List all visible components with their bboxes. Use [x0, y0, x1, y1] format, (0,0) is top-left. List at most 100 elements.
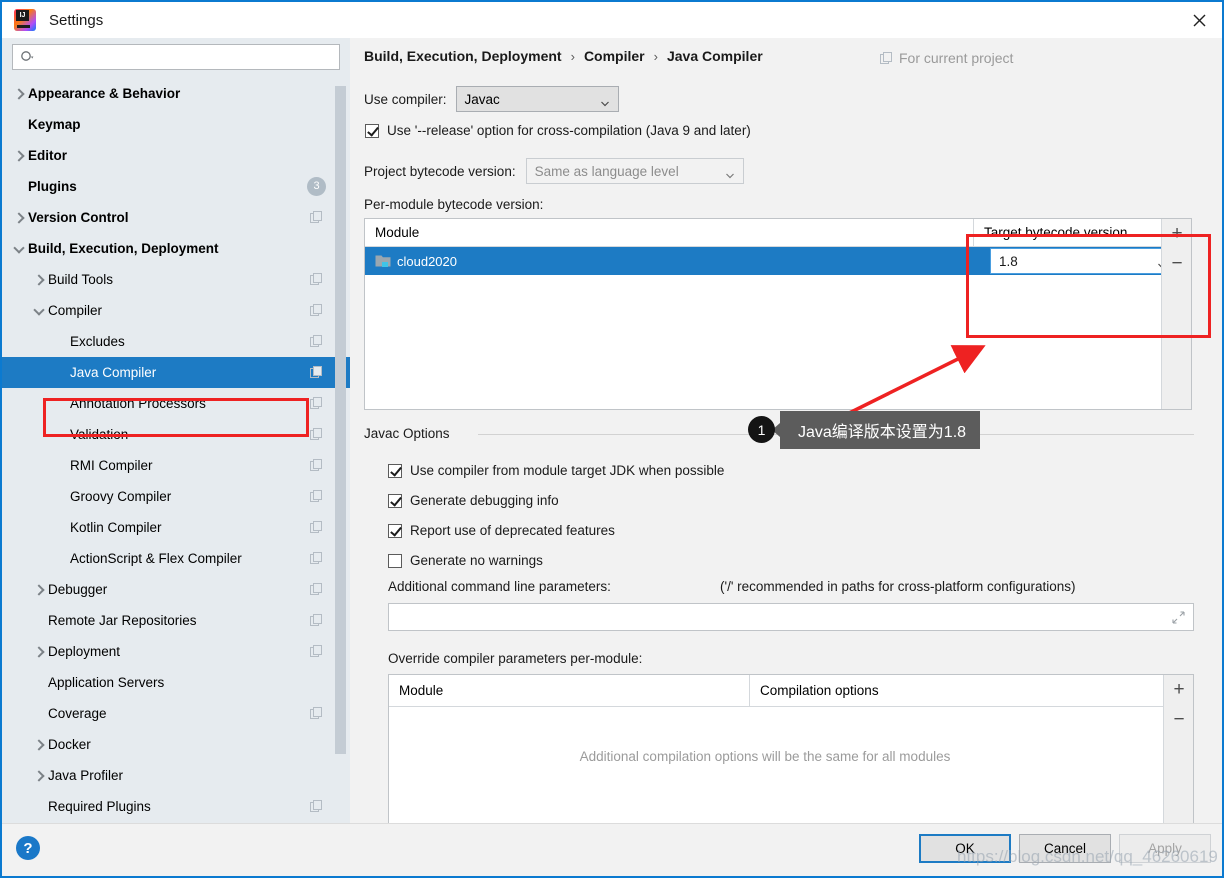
sidebar-item-version-control[interactable]: Version Control — [2, 202, 350, 233]
javac-options-title: Javac Options — [364, 426, 458, 441]
sidebar-item-build-tools[interactable]: Build Tools — [2, 264, 350, 295]
sidebar-item-application-servers[interactable]: Application Servers — [2, 667, 350, 698]
copy-settings-icon — [310, 490, 323, 503]
cancel-button[interactable]: Cancel — [1019, 834, 1111, 863]
add-module-button[interactable]: + — [1162, 219, 1192, 249]
project-bytecode-value: Same as language level — [534, 163, 679, 179]
sidebar-item-build-execution-deployment[interactable]: Build, Execution, Deployment — [2, 233, 350, 264]
sidebar-item-label: Appearance & Behavior — [28, 86, 181, 101]
use-compiler-row: Use compiler: Javac — [364, 86, 619, 112]
sidebar-item-debugger[interactable]: Debugger — [2, 574, 350, 605]
breadcrumb-part-2[interactable]: Compiler — [584, 48, 645, 64]
sidebar-item-docker[interactable]: Docker — [2, 729, 350, 760]
sidebar-item-appearance-behavior[interactable]: Appearance & Behavior — [2, 78, 350, 109]
help-icon[interactable]: ? — [16, 836, 40, 860]
sidebar-item-deployment[interactable]: Deployment — [2, 636, 350, 667]
breadcrumb-part-1[interactable]: Build, Execution, Deployment — [364, 48, 562, 64]
sidebar-item-remote-jar-repositories[interactable]: Remote Jar Repositories — [2, 605, 350, 636]
chevron-right-icon[interactable] — [32, 583, 46, 597]
sidebar-item-rmi-compiler[interactable]: RMI Compiler — [2, 450, 350, 481]
use-compiler-label: Use compiler: — [364, 91, 447, 107]
sidebar-item-annotation-processors[interactable]: Annotation Processors — [2, 388, 350, 419]
sidebar-item-label: Debugger — [48, 582, 108, 597]
sidebar-item-editor[interactable]: Editor — [2, 140, 350, 171]
sidebar-item-java-profiler[interactable]: Java Profiler — [2, 760, 350, 791]
sidebar-item-plugins[interactable]: Plugins 3 — [2, 171, 350, 202]
copy-settings-icon — [310, 428, 323, 441]
sidebar-item-groovy-compiler[interactable]: Groovy Compiler — [2, 481, 350, 512]
chevron-down-icon[interactable] — [12, 242, 26, 256]
javac-option-checkbox[interactable] — [388, 523, 402, 538]
override-table-side-buttons: + − — [1163, 675, 1193, 837]
module-column-header[interactable]: Module — [365, 225, 973, 240]
javac-option-row[interactable]: Use compiler from module target JDK when… — [388, 463, 724, 478]
sidebar-item-label: Validation — [70, 427, 129, 442]
additional-params-label: Additional command line parameters: — [388, 579, 611, 594]
close-icon[interactable] — [1176, 2, 1222, 38]
intellij-idea-logo-icon — [14, 9, 36, 31]
chevron-right-icon[interactable] — [32, 273, 46, 287]
sidebar-item-label: Coverage — [48, 706, 107, 721]
sidebar-item-java-compiler[interactable]: Java Compiler — [2, 357, 350, 388]
sidebar-item-actionscript-flex-compiler[interactable]: ActionScript & Flex Compiler — [2, 543, 350, 574]
chevron-right-icon[interactable] — [32, 738, 46, 752]
search-icon — [20, 50, 34, 64]
sidebar-item-label: Build, Execution, Deployment — [28, 241, 219, 256]
sidebar-item-kotlin-compiler[interactable]: Kotlin Compiler — [2, 512, 350, 543]
ok-button[interactable]: OK — [919, 834, 1011, 863]
sidebar-item-excludes[interactable]: Excludes — [2, 326, 350, 357]
override-module-column-header[interactable]: Module — [389, 683, 749, 698]
add-override-button[interactable]: + — [1164, 675, 1194, 705]
sidebar-item-keymap[interactable]: Keymap — [2, 109, 350, 140]
target-bytecode-column-header[interactable]: Target bytecode version — [973, 218, 1162, 247]
project-bytecode-label: Project bytecode version: — [364, 163, 516, 179]
chevron-right-icon[interactable] — [32, 645, 46, 659]
compilation-options-column-header[interactable]: Compilation options — [749, 674, 1141, 707]
sidebar-item-validation[interactable]: Validation — [2, 419, 350, 450]
copy-settings-icon — [880, 51, 893, 65]
copy-settings-icon — [310, 459, 323, 472]
copy-settings-icon — [310, 614, 323, 627]
javac-option-checkbox[interactable] — [388, 463, 402, 478]
copy-settings-icon — [310, 583, 323, 596]
release-option-row[interactable]: Use '--release' option for cross-compila… — [365, 123, 751, 138]
sidebar-item-coverage[interactable]: Coverage — [2, 698, 350, 729]
search-box[interactable] — [12, 44, 340, 70]
chevron-right-icon[interactable] — [32, 769, 46, 783]
sidebar-item-label: Remote Jar Repositories — [48, 613, 197, 628]
javac-option-label: Use compiler from module target JDK when… — [410, 463, 725, 478]
search-input[interactable] — [38, 48, 327, 66]
chevron-right-icon[interactable] — [12, 149, 26, 163]
sidebar-item-label: Keymap — [28, 117, 81, 132]
javac-option-row[interactable]: Generate no warnings — [388, 553, 543, 568]
sidebar-item-required-plugins[interactable]: Required Plugins — [2, 791, 350, 822]
use-compiler-select[interactable]: Javac — [455, 86, 619, 112]
additional-params-input[interactable] — [388, 603, 1194, 631]
javac-option-row[interactable]: Generate debugging info — [388, 493, 559, 508]
sidebar-item-compiler[interactable]: Compiler — [2, 295, 350, 326]
chevron-down-icon[interactable] — [32, 304, 46, 318]
javac-option-row[interactable]: Report use of deprecated features — [388, 523, 615, 538]
sidebar-scrollbar-thumb[interactable] — [335, 86, 346, 754]
target-bytecode-select[interactable]: 1.8 — [990, 248, 1176, 274]
expand-editor-icon[interactable] — [1172, 611, 1185, 624]
sidebar-item-label: Java Compiler — [70, 365, 157, 380]
settings-sidebar: Appearance & Behavior Keymap Editor Plugins… — [2, 38, 350, 828]
release-option-label: Use '--release' option for cross-compila… — [387, 123, 751, 138]
javac-option-checkbox[interactable] — [388, 553, 402, 568]
project-bytecode-select[interactable]: Same as language level — [525, 158, 744, 184]
breadcrumb-separator-icon: › — [653, 48, 658, 64]
chevron-right-icon[interactable] — [12, 87, 26, 101]
chevron-right-icon[interactable] — [12, 211, 26, 225]
release-option-checkbox[interactable] — [365, 123, 379, 138]
remove-module-button[interactable]: − — [1162, 249, 1192, 279]
sidebar-item-label: Editor — [28, 148, 67, 163]
remove-override-button[interactable]: − — [1164, 705, 1194, 735]
javac-option-checkbox[interactable] — [388, 493, 402, 508]
